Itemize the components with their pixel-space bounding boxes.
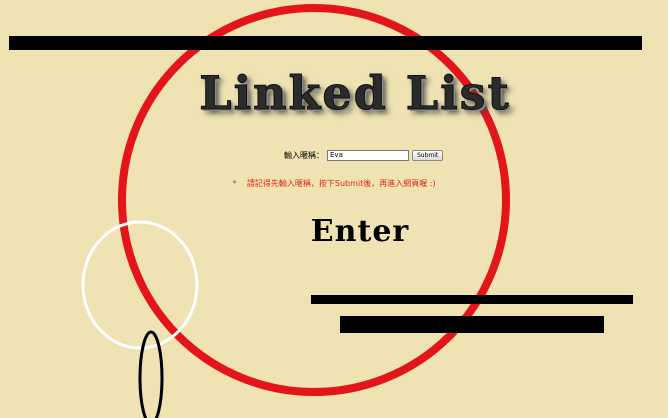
black-ellipse xyxy=(138,330,164,418)
submit-button[interactable]: Submit xyxy=(412,150,444,161)
nickname-input[interactable] xyxy=(327,150,409,161)
right-black-bar-upper xyxy=(311,295,633,304)
nickname-label: 輸入暱稱： xyxy=(284,151,324,160)
top-black-bar xyxy=(9,36,642,50)
notice-marker: * xyxy=(232,179,237,188)
page-title: Linked List xyxy=(199,66,511,121)
enter-link[interactable]: Enter xyxy=(0,214,668,249)
background-decoration xyxy=(81,4,510,418)
nickname-form: 輸入暱稱： Submit xyxy=(284,150,444,161)
notice-message: * 請記得先輸入暱稱，按下Submit後，再進入網頁喔 :) xyxy=(0,178,668,189)
notice-text: 請記得先輸入暱稱，按下Submit後，再進入網頁喔 :) xyxy=(246,179,436,188)
right-black-bar-lower xyxy=(340,316,604,333)
